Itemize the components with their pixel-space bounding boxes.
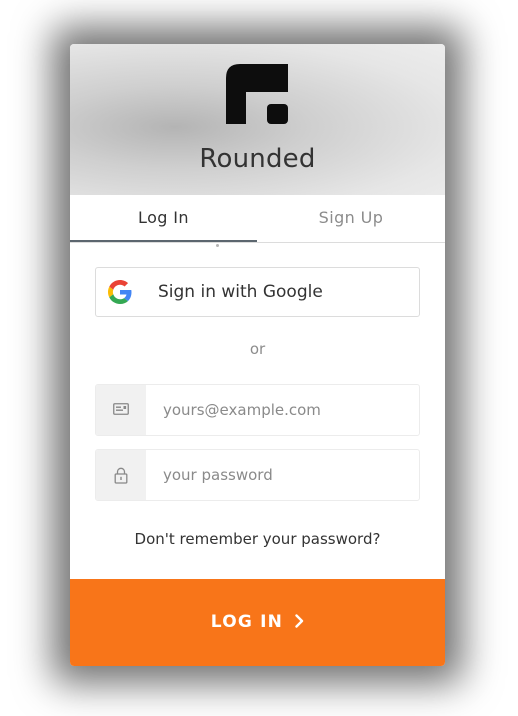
password-input[interactable] bbox=[146, 450, 419, 500]
rounded-logo-icon bbox=[226, 64, 288, 124]
tab-indicator-dot bbox=[216, 244, 219, 247]
lock-icon bbox=[114, 467, 128, 484]
google-sign-in-button[interactable]: Sign in with Google bbox=[95, 267, 420, 317]
log-in-submit-button[interactable]: LOG IN bbox=[70, 579, 445, 666]
password-field bbox=[95, 449, 420, 501]
google-icon bbox=[108, 280, 132, 304]
brand-name: Rounded bbox=[199, 144, 316, 174]
chevron-right-icon bbox=[295, 613, 304, 628]
email-icon-box bbox=[96, 385, 146, 435]
tab-log-in[interactable]: Log In bbox=[70, 195, 257, 242]
google-sign-in-label: Sign in with Google bbox=[158, 282, 323, 302]
email-input[interactable] bbox=[146, 385, 419, 435]
login-card: Rounded Log In Sign Up Sign in with Goog… bbox=[70, 44, 445, 666]
or-divider: or bbox=[249, 340, 266, 358]
auth-tabs: Log In Sign Up bbox=[70, 195, 445, 247]
card-header: Rounded bbox=[70, 44, 445, 195]
forgot-password-link[interactable]: Don't remember your password? bbox=[70, 530, 445, 548]
password-icon-box bbox=[96, 450, 146, 500]
tab-sign-up[interactable]: Sign Up bbox=[257, 195, 445, 242]
submit-label-row: LOG IN bbox=[70, 579, 445, 666]
email-card-icon bbox=[113, 403, 129, 415]
active-tab-indicator bbox=[70, 240, 257, 242]
log-in-label: LOG IN bbox=[210, 612, 284, 632]
email-field bbox=[95, 384, 420, 436]
